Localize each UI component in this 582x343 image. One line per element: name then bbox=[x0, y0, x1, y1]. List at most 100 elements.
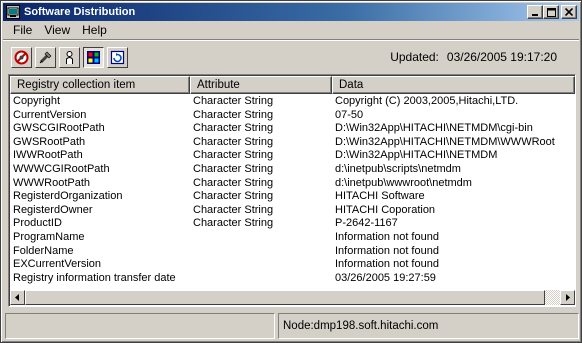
toolbar: Updated: 03/26/2005 19:17:20 bbox=[5, 43, 577, 71]
table-row[interactable]: RegisterdOwner Character String HITACHI Co… bbox=[10, 204, 575, 218]
cell-attribute: Character String bbox=[193, 203, 274, 216]
cell-attribute: Character String bbox=[193, 122, 274, 135]
scroll-thumb[interactable] bbox=[25, 290, 545, 305]
cell-registry-item: Registry information transfer date bbox=[13, 271, 176, 284]
cell-data: P-2642-1167 bbox=[335, 217, 398, 230]
settings-button[interactable] bbox=[35, 46, 56, 68]
cell-registry-item: FolderName bbox=[13, 244, 74, 257]
cell-data: D:\Win32App\HITACHI\NETMDM\cgi-bin bbox=[335, 122, 533, 135]
menu-view[interactable]: View bbox=[38, 22, 76, 38]
cell-data: D:\Win32App\HITACHI\NETMDM bbox=[335, 149, 498, 162]
cell-data: d:\inetpub\wwwroot\netmdm bbox=[335, 176, 472, 189]
column-header-attribute[interactable]: Attribute bbox=[190, 76, 332, 94]
list-rows: Copyright Character String Copyright (C) 2… bbox=[10, 95, 575, 285]
cell-registry-item: EXCurrentVersion bbox=[13, 258, 102, 271]
updated-value: 03/26/2005 19:17:20 bbox=[446, 50, 557, 64]
arrow-right-icon bbox=[566, 294, 570, 301]
cell-registry-item: Copyright bbox=[13, 95, 61, 107]
arrow-left-icon bbox=[15, 294, 19, 301]
refresh-button[interactable] bbox=[107, 46, 128, 68]
table-row[interactable]: EXCurrentVersion Information not found bbox=[10, 258, 575, 272]
updated-label: Updated: bbox=[390, 50, 439, 64]
close-icon bbox=[565, 8, 573, 16]
title-bar[interactable]: Software Distribution bbox=[3, 3, 579, 21]
menu-file[interactable]: File bbox=[7, 22, 38, 38]
cell-registry-item: CurrentVersion bbox=[13, 108, 87, 121]
registry-list-view[interactable]: Registry collection item Attribute Data … bbox=[8, 74, 576, 307]
cell-data: d:\inetpub\scripts\netmdm bbox=[335, 162, 461, 175]
table-row[interactable]: Registry information transfer date 03/26/… bbox=[10, 272, 575, 286]
cell-attribute bbox=[190, 231, 332, 245]
wrench-icon bbox=[39, 51, 52, 63]
software-distribution-window: Software Distribution File View Help Upd… bbox=[0, 0, 582, 343]
cell-registry-item: RegisterdOrganization bbox=[13, 190, 123, 203]
table-row[interactable]: WWWCGIRootPath Character String d:\inetpub… bbox=[10, 163, 575, 177]
stop-icon bbox=[14, 50, 29, 64]
table-row[interactable]: CurrentVersion Character String 07-50 bbox=[10, 109, 575, 123]
status-pane-left bbox=[5, 313, 275, 339]
cell-attribute: Character String bbox=[193, 95, 274, 107]
person-icon bbox=[66, 50, 73, 64]
cell-attribute: Character String bbox=[193, 190, 274, 203]
cell-attribute: Character String bbox=[193, 149, 274, 162]
scroll-right-button[interactable] bbox=[560, 290, 575, 305]
refresh-icon bbox=[110, 50, 125, 64]
cell-registry-item: WWWCGIRootPath bbox=[13, 162, 110, 175]
cell-registry-item: GWSCGIRootPath bbox=[13, 122, 105, 135]
column-header-data[interactable]: Data bbox=[332, 76, 575, 94]
cell-registry-item: WWWRootPath bbox=[13, 176, 91, 189]
table-row[interactable]: WWWRootPath Character String d:\inetpub\ww… bbox=[10, 177, 575, 191]
cell-registry-item: RegisterdOwner bbox=[13, 203, 93, 216]
status-node: Node:dmp198.soft.hitachi.com bbox=[278, 313, 579, 339]
table-row[interactable]: Copyright Character String Copyright (C) 2… bbox=[10, 95, 575, 109]
cell-attribute bbox=[190, 245, 332, 259]
table-row[interactable]: GWSCGIRootPath Character String D:\Win32Ap… bbox=[10, 122, 575, 136]
toolbar-separator bbox=[3, 39, 579, 41]
status-bar: Node:dmp198.soft.hitachi.com bbox=[5, 313, 579, 339]
table-row[interactable]: ProductID Character String P-2642-1167 bbox=[10, 217, 575, 231]
cell-attribute bbox=[190, 258, 332, 272]
cell-attribute: Character String bbox=[193, 176, 274, 189]
scroll-left-button[interactable] bbox=[10, 290, 25, 305]
cell-attribute: Character String bbox=[193, 217, 274, 230]
cell-attribute: Character String bbox=[193, 108, 274, 121]
cell-data: D:\Win32App\HITACHI\NETMDM\WWWRoot bbox=[335, 135, 555, 148]
table-row[interactable]: IWWRootPath Character String D:\Win32App\H… bbox=[10, 149, 575, 163]
minimize-button[interactable] bbox=[527, 5, 543, 19]
cell-data: 03/26/2005 19:27:59 bbox=[335, 271, 436, 284]
list-header: Registry collection item Attribute Data bbox=[10, 76, 575, 94]
registry-icon bbox=[87, 50, 100, 64]
maximize-icon bbox=[546, 7, 556, 17]
cell-data: Information not found bbox=[335, 244, 439, 257]
cell-data: Information not found bbox=[335, 258, 439, 271]
scroll-track[interactable] bbox=[545, 290, 560, 305]
cell-data: Copyright (C) 2003,2005,Hitachi,LTD. bbox=[335, 95, 519, 107]
table-row[interactable]: FolderName Information not found bbox=[10, 245, 575, 259]
updated-info: Updated: 03/26/2005 19:17:20 bbox=[390, 50, 557, 64]
column-header-registry-item[interactable]: Registry collection item bbox=[10, 76, 190, 94]
cell-attribute: Character String bbox=[193, 162, 274, 175]
window-title: Software Distribution bbox=[24, 6, 136, 18]
cell-data: Information not found bbox=[335, 230, 439, 243]
cell-attribute bbox=[190, 272, 332, 286]
horizontal-scrollbar[interactable] bbox=[10, 290, 575, 305]
registry-button[interactable] bbox=[83, 46, 104, 68]
maximize-button[interactable] bbox=[543, 5, 559, 19]
user-button[interactable] bbox=[59, 46, 80, 68]
close-button[interactable] bbox=[561, 5, 577, 19]
cell-registry-item: ProductID bbox=[13, 217, 62, 230]
cell-data: HITACHI Coporation bbox=[335, 203, 436, 216]
cell-registry-item: GWSRootPath bbox=[13, 135, 86, 148]
cell-data: HITACHI Software bbox=[335, 190, 425, 203]
stop-button[interactable] bbox=[11, 46, 32, 68]
table-row[interactable]: GWSRootPath Character String D:\Win32App\H… bbox=[10, 136, 575, 150]
table-row[interactable]: RegisterdOrganization Character String HIT… bbox=[10, 190, 575, 204]
table-row[interactable]: ProgramName Information not found bbox=[10, 231, 575, 245]
minimize-icon bbox=[532, 14, 538, 16]
app-icon bbox=[6, 5, 20, 19]
cell-registry-item: IWWRootPath bbox=[13, 149, 83, 162]
menu-bar: File View Help bbox=[3, 21, 579, 39]
cell-data: 07-50 bbox=[335, 108, 364, 121]
cell-attribute: Character String bbox=[193, 135, 274, 148]
menu-help[interactable]: Help bbox=[76, 22, 113, 38]
